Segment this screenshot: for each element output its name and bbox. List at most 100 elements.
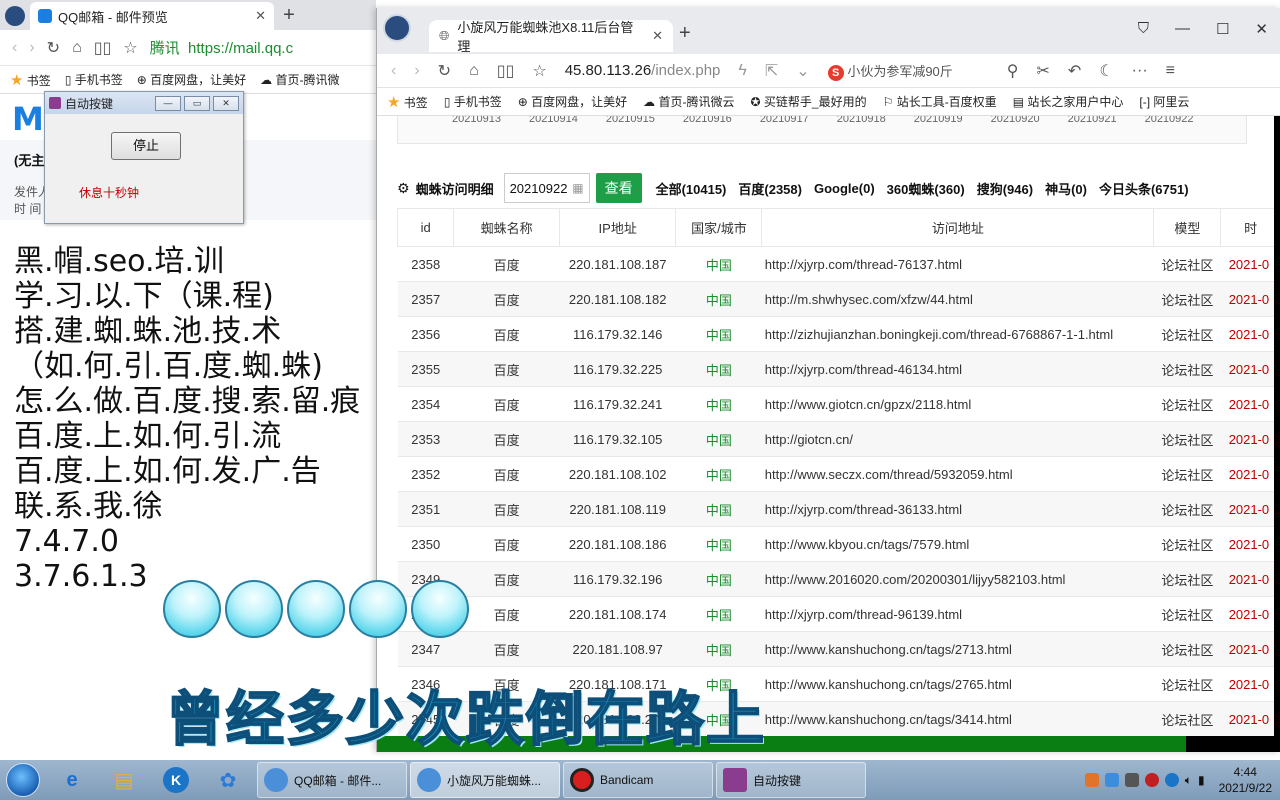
ie-icon[interactable]: e — [46, 762, 98, 798]
cell-model: 论坛社区 — [1153, 386, 1221, 422]
close-icon[interactable]: ✕ — [652, 28, 663, 44]
cell-url[interactable]: http://www.seczx.com/thread/5932059.html — [761, 456, 1154, 492]
forward-icon[interactable]: › — [29, 39, 34, 57]
bookmark-zhanzhang[interactable]: ⚐ 站长工具-百度权重 — [883, 93, 997, 110]
favorite-star-icon[interactable]: ☆ — [123, 38, 137, 58]
stat-baidu[interactable]: 百度(2358) — [738, 179, 802, 198]
bookmark-root[interactable]: ★ 书签 — [10, 71, 51, 89]
clock[interactable]: 4:44 2021/9/22 — [1219, 764, 1272, 796]
right-tab-spider-pool[interactable]: 🌐︎ 小旋风万能蜘蛛池X8.11后台管理 ✕ — [429, 20, 673, 54]
lightning-icon[interactable]: ϟ — [738, 62, 746, 80]
bookmark-mailian[interactable]: ✪ 买链帮手_最好用的 — [751, 93, 867, 110]
search-hint[interactable]: S 小伙为参军减90斤 — [827, 61, 953, 81]
menu-icon[interactable]: ≡ — [1166, 62, 1175, 80]
close-window-icon[interactable]: ✕ — [1255, 20, 1268, 38]
stat-toutiao[interactable]: 今日头条(6751) — [1099, 179, 1189, 198]
task-bandicam[interactable]: Bandicam — [563, 762, 713, 798]
cell-url[interactable]: http://m.shwhysec.com/xfzw/44.html — [761, 281, 1154, 317]
maximize-icon[interactable]: ☐ — [1216, 20, 1229, 38]
cell-spider: 百度 — [453, 631, 560, 667]
cell-url[interactable]: http://www.kanshuchong.cn/tags/2713.html — [761, 631, 1154, 667]
share-icon[interactable]: ⇱ — [765, 61, 778, 81]
left-address-bar[interactable]: 腾讯 https://mail.qq.c — [150, 37, 293, 58]
stat-360[interactable]: 360蜘蛛(360) — [887, 179, 965, 198]
cell-url[interactable]: http://www.kanshuchong.cn/tags/2765.html — [761, 666, 1154, 702]
bookmark-baidupan[interactable]: ⊕ 百度网盘，让美好 — [518, 93, 627, 110]
profile-avatar-icon[interactable] — [0, 2, 30, 30]
bubble — [225, 580, 283, 638]
app-icon — [723, 768, 747, 792]
calendar-icon[interactable]: ▦ — [572, 181, 583, 195]
explorer-icon[interactable]: ▤ — [98, 762, 150, 798]
network-icon[interactable]: ▮ — [1198, 773, 1205, 787]
chevron-down-icon[interactable]: ⌄ — [796, 61, 809, 81]
refresh-icon[interactable]: ↻ — [438, 61, 451, 81]
new-tab-button[interactable]: + — [679, 22, 691, 45]
back-icon[interactable]: ‹ — [391, 62, 396, 80]
k-tray-icon[interactable] — [1164, 773, 1179, 787]
cell-url[interactable]: http://www.2016020.com/20200301/lijyy582… — [761, 561, 1154, 597]
cell-url[interactable]: http://xjyrp.com/thread-96139.html — [761, 596, 1154, 632]
minimize-button[interactable]: — — [155, 95, 181, 111]
new-tab-button[interactable]: + — [274, 2, 304, 30]
scrollbar[interactable] — [1274, 116, 1280, 736]
left-tab-qqmail[interactable]: QQ邮箱 - 邮件预览 ✕ — [30, 2, 274, 30]
stop-button[interactable]: 停止 — [111, 132, 181, 160]
volume-icon[interactable]: 🔈︎ — [1185, 773, 1192, 788]
maximize-button[interactable]: ▭ — [184, 95, 210, 111]
minimize-icon[interactable]: — — [1175, 20, 1190, 38]
task-qqmail[interactable]: QQ邮箱 - 邮件... — [257, 762, 407, 798]
bookmark-label: 站长之家用户中心 — [1027, 95, 1124, 109]
bookmark-mobile[interactable]: ▯ 手机书签 — [444, 93, 502, 110]
scissors-icon[interactable]: ✂ — [1037, 61, 1050, 81]
forward-icon[interactable]: › — [414, 62, 419, 80]
cloud-app-icon[interactable]: ✿ — [202, 762, 254, 798]
back-icon[interactable]: ‹ — [12, 39, 17, 57]
cell-url[interactable]: http://www.kanshuchong.cn/tags/3414.html — [761, 701, 1154, 736]
stat-sogou[interactable]: 搜狗(946) — [977, 179, 1033, 198]
task-spider-pool[interactable]: 小旋风万能蜘蛛... — [410, 762, 560, 798]
cell-url[interactable]: http://giotcn.cn/ — [761, 421, 1154, 457]
moon-icon[interactable]: ☾ — [1099, 61, 1113, 81]
home-icon[interactable]: ⌂ — [72, 39, 82, 57]
start-button[interactable] — [0, 760, 46, 800]
cell-url[interactable]: http://www.giotcn.cn/gpzx/2118.html — [761, 386, 1154, 422]
record-tray-icon[interactable] — [1144, 773, 1159, 787]
cell-url[interactable]: http://xjyrp.com/thread-76137.html — [761, 246, 1154, 282]
cell-url[interactable]: http://xjyrp.com/thread-36133.html — [761, 491, 1154, 527]
bookmark-baidupan[interactable]: ⊕ 百度网盘，让美好 — [137, 71, 246, 88]
search-icon[interactable]: ⚲ — [1007, 61, 1019, 81]
cell-url[interactable]: http://www.kbyou.cn/tags/7579.html — [761, 526, 1154, 562]
tray-app-icon[interactable] — [1104, 773, 1119, 787]
date-input[interactable]: 20210922 ▦ — [503, 173, 590, 203]
cell-url[interactable]: http://xjyrp.com/thread-46134.html — [761, 351, 1154, 387]
profile-avatar-icon[interactable] — [383, 14, 411, 42]
home-icon[interactable]: ⌂ — [469, 62, 479, 80]
tray-app-icon[interactable] — [1124, 773, 1139, 787]
cell-url[interactable]: http://zizhujianzhan.boningkeji.com/thre… — [761, 316, 1154, 352]
task-auto-key[interactable]: 自动按键 — [716, 762, 866, 798]
bookmark-root[interactable]: ★ 书签 — [387, 93, 428, 111]
bookmark-aliyun[interactable]: [-] 阿里云 — [1139, 93, 1189, 110]
bookmark-chinaz[interactable]: ▤ 站长之家用户中心 — [1013, 93, 1124, 110]
refresh-icon[interactable]: ↻ — [47, 38, 60, 58]
k-app-icon[interactable]: K — [150, 762, 202, 798]
stat-shenma[interactable]: 神马(0) — [1045, 179, 1087, 198]
tray-app-icon[interactable] — [1084, 773, 1099, 787]
bookmark-mobile[interactable]: ▯ 手机书签 — [65, 71, 123, 88]
dialog-title-bar[interactable]: 自动按键 — ▭ ✕ — [45, 92, 243, 114]
right-address-bar[interactable]: 45.80.113.26/index.php — [565, 62, 721, 79]
shirt-icon[interactable]: ⛉ — [1138, 20, 1149, 38]
reader-icon[interactable]: ▯▯ — [94, 38, 112, 58]
view-button[interactable]: 查看 — [595, 173, 642, 203]
bookmark-tencent[interactable]: ☁ 首页-腾讯微 — [260, 71, 339, 88]
reader-icon[interactable]: ▯▯ — [497, 61, 515, 81]
bookmark-weiyun[interactable]: ☁ 首页-腾讯微云 — [643, 93, 734, 110]
close-icon[interactable]: ✕ — [255, 8, 266, 24]
stat-all[interactable]: 全部(10415) — [656, 179, 727, 198]
favorite-star-icon[interactable]: ☆ — [532, 61, 546, 81]
close-button[interactable]: ✕ — [213, 95, 239, 111]
more-icon[interactable]: ··· — [1132, 62, 1148, 80]
stat-google[interactable]: Google(0) — [814, 181, 875, 196]
undo-icon[interactable]: ↶ — [1068, 61, 1081, 81]
